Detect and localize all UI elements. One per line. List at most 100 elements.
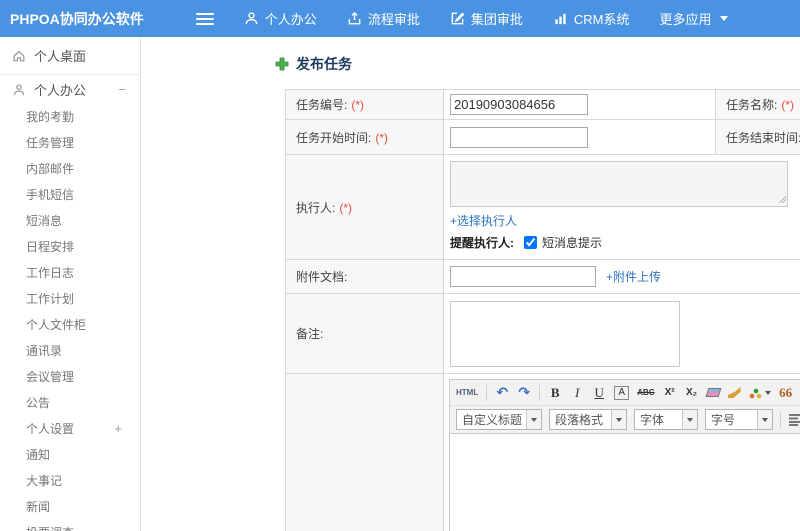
subscript-button[interactable]: X₂ [685,384,699,402]
sidebar-item-internal-mail[interactable]: 内部邮件 [0,156,140,182]
resize-grip[interactable] [779,196,786,203]
table-row: 附件文档: +附件上传 [285,259,800,294]
caret-down-icon [764,390,771,395]
task-no-label: 任务编号: (*) [285,89,444,120]
sidebar-item-notice[interactable]: 通知 [0,442,140,468]
sidebar-item-task-management[interactable]: 任务管理 [0,130,140,156]
choose-executor-link[interactable]: +选择执行人 [450,214,517,228]
sidebar-item-work-plan[interactable]: 工作计划 [0,286,140,312]
custom-title-dropdown[interactable]: 自定义标题 [456,409,542,430]
editor-toolbar-row2: 自定义标题 段落格式 字体 字号 [450,406,800,434]
start-time-input[interactable] [450,126,588,148]
sidebar-item-personal-settings[interactable]: 个人设置 + [0,416,140,442]
paragraph-format-dropdown[interactable]: 段落格式 [549,409,627,430]
font-family-dropdown[interactable]: 字体 [634,409,698,430]
person-icon [13,83,25,95]
main-content: 发布任务 任务编号:(*) 任务名称:(*) 任务开始时 [141,37,800,531]
required-mark: (*) [339,200,353,215]
share-out-icon [348,11,361,25]
sidebar-item-schedule[interactable]: 日程安排 [0,234,140,260]
remark-label: 备注: [285,293,444,374]
redo-button[interactable]: ↷ [517,384,531,402]
nav-workflow-approval[interactable]: 流程审批 [347,9,420,28]
start-time-label: 任务开始时间: (*) [285,119,444,155]
toolbar-separator [539,384,541,401]
attachment-upload-link[interactable]: +附件上传 [606,268,661,285]
required-mark: (*) [351,98,365,112]
attachment-input[interactable] [450,266,596,287]
task-no-input[interactable] [450,94,588,115]
font-style-button[interactable]: A [614,385,630,400]
user-icon [245,12,258,25]
required-mark: (*) [781,98,795,112]
sidebar-item-personal-desktop[interactable]: 个人桌面 [0,37,140,74]
description-label: 任务描述:(*) [285,373,444,531]
sidebar-item-label: 个人办公 [34,83,87,98]
strikethrough-button[interactable]: ABC [637,384,654,402]
table-row: 执行人: (*) +选择执行人 提醒执行人: 短消息提示 [285,154,800,260]
italic-button[interactable]: I [570,384,584,402]
sidebar-item-short-message[interactable]: 短消息 [0,208,140,234]
undo-button[interactable]: ↶ [495,384,509,402]
eraser-icon[interactable] [705,388,722,397]
bar-chart-icon [555,13,566,25]
sidebar-item-label: 个人桌面 [34,49,87,64]
nav-label: 个人办公 [264,12,317,27]
executor-label: 执行人: (*) [285,154,444,260]
dropdown-arrow-icon [611,410,626,429]
nav-label: CRM系统 [573,12,630,27]
sidebar-item-vote-survey[interactable]: 投票调查 [0,520,140,531]
attachment-label: 附件文档: [285,259,444,294]
sidebar-item-news[interactable]: 新闻 [0,494,140,520]
dropdown-arrow-icon [526,410,541,429]
sidebar: 个人桌面 个人办公 − 我的考勤 任务管理 内部邮件 手机短信 短消息 日程安排… [0,37,141,531]
sidebar-item-my-attendance[interactable]: 我的考勤 [0,104,140,130]
sidebar-item-sms[interactable]: 手机短信 [0,182,140,208]
bold-button[interactable]: B [548,384,562,402]
home-icon [13,50,25,61]
expand-icon[interactable]: + [114,416,122,442]
publish-task-form: 任务编号:(*) 任务名称:(*) 任务开始时间:(*) [285,89,800,531]
add-plus-icon [275,57,289,71]
nav-label: 流程审批 [367,12,420,27]
sms-remind-checkbox[interactable] [524,236,537,249]
html-source-button[interactable]: HTML [456,384,478,402]
sidebar-item-work-log[interactable]: 工作日志 [0,260,140,286]
executor-textarea[interactable] [450,161,788,207]
brand-logo: PHPOA协同办公软件 [10,10,144,27]
hamburger-menu-icon[interactable] [195,12,214,25]
sidebar-item-file-cabinet[interactable]: 个人文件柜 [0,312,140,338]
sidebar-item-announcement[interactable]: 公告 [0,390,140,416]
sidebar-item-meeting-management[interactable]: 会议管理 [0,364,140,390]
editor-toolbar-row1: HTML ↶ ↷ B I U A ABC X² X₂ 66 [450,380,800,406]
nav-more-apps[interactable]: 更多应用 [659,9,729,28]
nav-personal-office[interactable]: 个人办公 [244,9,317,28]
dropdown-arrow-icon [757,410,772,429]
font-size-dropdown[interactable]: 字号 [705,409,773,430]
nav-crm-system[interactable]: CRM系统 [553,9,630,28]
toolbar-separator [486,384,488,401]
caret-down-icon [720,16,729,21]
table-row: 任务编号:(*) 任务名称:(*) [285,89,800,120]
remark-textarea[interactable] [450,300,680,367]
sidebar-item-contacts[interactable]: 通讯录 [0,338,140,364]
color-wand-icon [748,386,762,399]
page-title: 发布任务 [275,54,800,74]
remind-executor-label: 提醒执行人: [450,236,514,250]
rich-text-editor: HTML ↶ ↷ B I U A ABC X² X₂ 66 自定义标题 段落格式… [449,379,800,531]
toolbar-separator [780,411,781,428]
sidebar-item-personal-office[interactable]: 个人办公 − [0,75,140,104]
blockquote-button[interactable]: 66 [779,384,793,402]
sidebar-item-memorabilia[interactable]: 大事记 [0,468,140,494]
superscript-button[interactable]: X² [663,384,677,402]
table-row: 任务描述:(*) HTML ↶ ↷ B I U A [285,373,800,531]
format-brush-icon[interactable] [727,387,741,398]
highlight-color-button[interactable] [748,386,771,399]
end-time-label: 任务结束时间:(*) [715,119,800,155]
align-left-icon[interactable] [788,413,800,426]
editor-content-area[interactable] [450,434,800,531]
nav-label: 更多应用 [659,12,712,27]
nav-group-approval[interactable]: 集团审批 [450,9,523,28]
collapse-icon[interactable]: − [118,82,126,97]
underline-button[interactable]: U [592,384,606,402]
